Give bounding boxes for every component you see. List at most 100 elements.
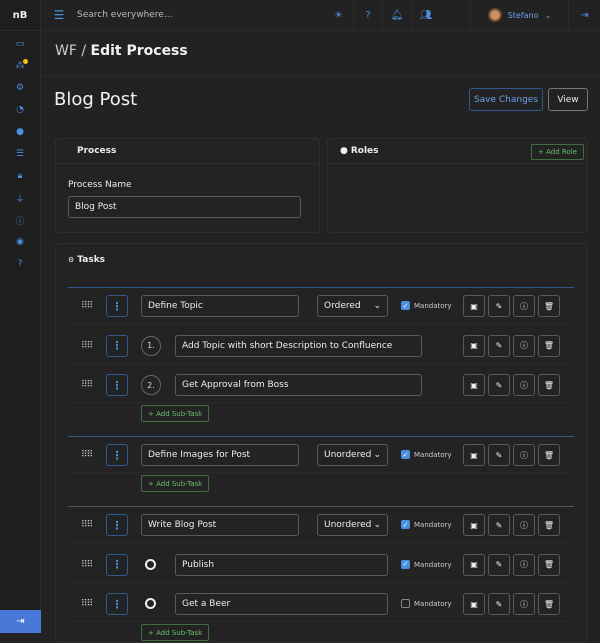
drag-handle-icon[interactable]: ⠿⠿ (81, 520, 93, 530)
drag-handle-icon[interactable]: ⠿⠿ (81, 560, 93, 570)
sidebar: nB ▭ ⁂ ⚙ ◔ ● ☰ 🔒︎ ⏚ ⓘ ◉? ⇥ (0, 0, 41, 633)
drag-handle-icon[interactable]: ⠿⠿ (81, 450, 93, 460)
help-icon[interactable]: ? (353, 0, 382, 31)
task-menu-button[interactable]: ⋮ (106, 374, 128, 396)
task-type-select[interactable]: Unordered ⌄ (317, 514, 388, 536)
calendar-button[interactable]: ▣ (463, 553, 485, 576)
cogs-icon: ⚙ (68, 255, 75, 264)
task-name-input[interactable]: Write Blog Post (141, 514, 299, 536)
info-button[interactable]: ⓘ (513, 334, 535, 357)
drag-handle-icon[interactable]: ⠿⠿ (81, 380, 93, 390)
target-icon[interactable]: ◉ (0, 231, 40, 253)
save-changes-button[interactable]: Save Changes (469, 88, 543, 111)
notification-dot (23, 59, 28, 64)
menu-toggle-icon[interactable]: ☰ (45, 8, 73, 22)
task-menu-button[interactable]: ⋮ (106, 295, 128, 317)
trash-button[interactable]: 🗑︎ (538, 553, 560, 576)
mandatory-checkbox[interactable]: ✓ (401, 450, 410, 459)
history-icon[interactable]: ◔ (0, 99, 40, 121)
pencil-button[interactable]: ✎ (488, 295, 510, 317)
mandatory-checkbox[interactable] (401, 599, 410, 608)
sidebar-logout-button[interactable]: ⇥ (0, 610, 41, 633)
topbar: ☰ Search everywhere... ☀ ? 🔔︎ 👥︎ Stefano… (41, 0, 600, 31)
trash-button[interactable]: 🗑︎ (538, 593, 560, 615)
info-button[interactable]: ⓘ (513, 593, 535, 615)
task-menu-button[interactable]: ⋮ (106, 514, 128, 536)
mandatory-checkbox[interactable]: ✓ (401, 559, 410, 569)
row-divider (68, 362, 574, 364)
search-input[interactable]: Search everywhere... (73, 10, 324, 20)
mandatory-label: Mandatory (414, 451, 452, 459)
users-icon[interactable]: ⁂ (0, 55, 40, 77)
plug-icon[interactable]: ⏚ (0, 187, 40, 209)
trash-button[interactable]: 🗑︎ (538, 444, 560, 466)
calendar-button[interactable]: ▣ (463, 334, 485, 357)
calendar-button[interactable]: ▣ (463, 374, 485, 396)
add-subtask-button[interactable]: + Add Sub-Task (141, 475, 210, 492)
task-menu-button[interactable]: ⋮ (106, 553, 128, 576)
cogs-icon[interactable]: ⚙ (0, 77, 40, 99)
add-subtask-button[interactable]: + Add Sub-Task (141, 405, 210, 422)
calendar-button[interactable]: ▣ (463, 593, 485, 615)
circle-icon[interactable]: ● (0, 121, 40, 143)
info-button[interactable]: ⓘ (513, 374, 535, 396)
pencil-button[interactable]: ✎ (488, 514, 510, 536)
chevron-down-icon: ⌄ (373, 520, 381, 530)
info-button[interactable]: ⓘ (513, 553, 535, 576)
calendar-button[interactable]: ▣ (463, 514, 485, 536)
view-button[interactable]: View (548, 88, 588, 111)
pencil-button[interactable]: ✎ (488, 553, 510, 576)
chevron-down-icon: ⌄ (373, 301, 381, 311)
pencil-button[interactable]: ✎ (488, 444, 510, 466)
task-type-select[interactable]: Ordered ⌄ (317, 295, 388, 317)
trash-button[interactable]: 🗑︎ (538, 295, 560, 317)
breadcrumb: WF / Edit Process (55, 43, 188, 59)
process-name-input[interactable]: Blog Post (68, 196, 301, 218)
task-name-input[interactable]: Define Topic (141, 295, 299, 317)
page-title: Blog Post (54, 89, 138, 110)
logout-icon[interactable]: ⇥ (568, 0, 600, 31)
trash-button[interactable]: 🗑︎ (538, 514, 560, 536)
drag-handle-icon[interactable]: ⠿⠿ (81, 301, 93, 311)
subtask-name-input[interactable]: Get a Beer (175, 593, 388, 615)
task-menu-button[interactable]: ⋮ (106, 444, 128, 466)
calendar-button[interactable]: ▣ (463, 295, 485, 317)
add-role-button[interactable]: + Add Role (531, 144, 584, 160)
info-icon[interactable]: ⓘ (0, 209, 40, 231)
row-divider (68, 402, 574, 403)
task-menu-button[interactable]: ⋮ (106, 593, 128, 615)
bell-icon[interactable]: 🔔︎ (382, 0, 411, 31)
task-menu-button[interactable]: ⋮ (106, 334, 128, 357)
lock-icon[interactable]: 🔒︎ (0, 165, 40, 187)
info-button[interactable]: ⓘ (513, 444, 535, 466)
trash-button[interactable]: 🗑︎ (538, 334, 560, 357)
mandatory-checkbox[interactable]: ✓ (401, 520, 410, 529)
list-icon[interactable]: ☰ (0, 143, 40, 165)
info-button[interactable]: ⓘ (513, 295, 535, 317)
pencil-button[interactable]: ✎ (488, 374, 510, 396)
info-button[interactable]: ⓘ (513, 514, 535, 536)
calendar-button[interactable]: ▣ (463, 444, 485, 466)
subtask-name-input[interactable]: Add Topic with short Description to Conf… (175, 334, 422, 357)
pencil-button[interactable]: ✎ (488, 593, 510, 615)
pencil-button[interactable]: ✎ (488, 334, 510, 357)
monitor-icon[interactable]: ▭ (0, 33, 40, 55)
theme-toggle-icon[interactable]: ☀ (324, 0, 353, 31)
team-icon[interactable]: 👥︎ (411, 0, 440, 31)
task-name-input[interactable]: Define Images for Post (141, 444, 299, 466)
row-divider (68, 542, 574, 543)
trash-button[interactable]: 🗑︎ (538, 374, 560, 396)
task-group-divider (68, 287, 574, 288)
help-icon[interactable]: ? (0, 253, 40, 275)
user-menu[interactable]: Stefano ⌄ (470, 0, 568, 31)
breadcrumb-root[interactable]: WF (55, 43, 77, 59)
drag-handle-icon[interactable]: ⠿⠿ (81, 341, 93, 351)
subtask-name-input[interactable]: Publish (175, 553, 388, 576)
task-type-select[interactable]: Unordered ⌄ (317, 444, 388, 466)
subtask-name-input[interactable]: Get Approval from Boss (175, 374, 422, 396)
drag-handle-icon[interactable]: ⠿⠿ (81, 599, 93, 609)
app-logo[interactable]: nB (0, 0, 40, 31)
roles-card: ● Roles + Add Role (327, 138, 588, 233)
mandatory-label: Mandatory (414, 302, 452, 310)
mandatory-checkbox[interactable]: ✓ (401, 301, 410, 310)
